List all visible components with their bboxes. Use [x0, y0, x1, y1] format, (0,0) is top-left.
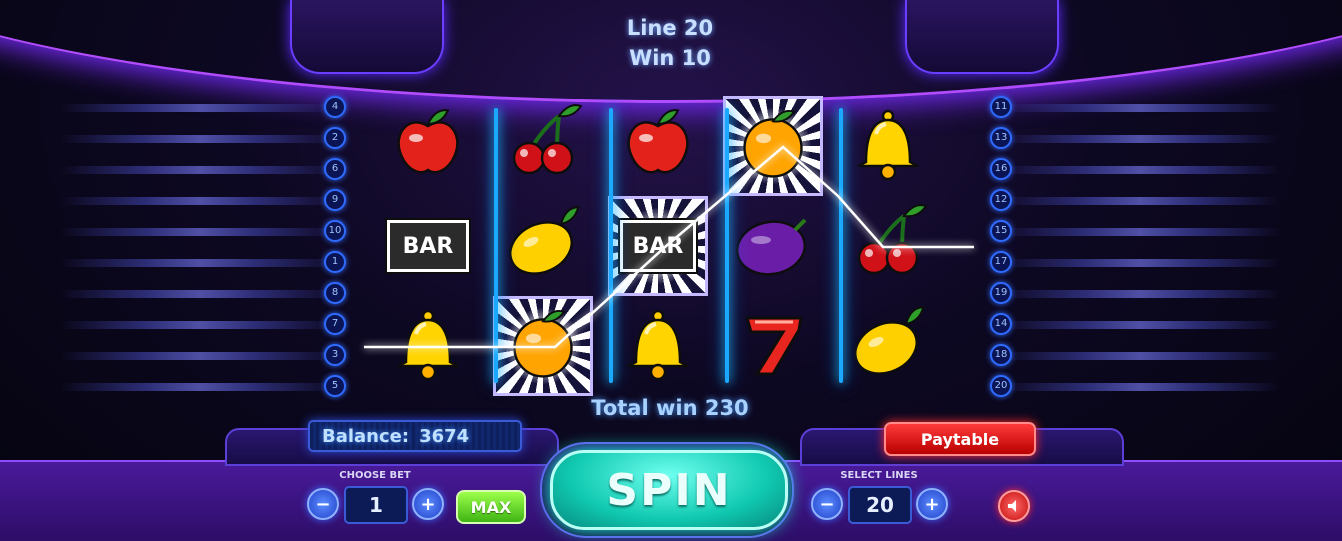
line-marker-right[interactable]: 14: [990, 313, 1012, 335]
bar-icon: BAR: [385, 218, 471, 274]
line-marker-right[interactable]: 11: [990, 96, 1012, 118]
top-cap-left: [290, 0, 444, 74]
reel-cell-seven: [723, 296, 823, 396]
apple-icon: [618, 104, 698, 188]
glow-row: [1000, 321, 1280, 329]
reel-cell-cherries: [838, 196, 938, 296]
glow-row: [60, 228, 340, 236]
orange-icon: [505, 308, 581, 384]
bet-value: 1: [344, 486, 408, 524]
glow-row: [1000, 290, 1280, 298]
glow-row: [60, 197, 340, 205]
paytable-button[interactable]: Paytable: [884, 422, 1036, 456]
bell-icon: [848, 104, 928, 188]
reel-cell-bar-winning: BAR: [608, 196, 708, 296]
line-marker-right[interactable]: 12: [990, 189, 1012, 211]
choose-bet-label: CHOOSE BET: [339, 470, 411, 481]
line-marker-right[interactable]: 17: [990, 251, 1012, 273]
plum-icon: [733, 204, 813, 288]
line-marker-left[interactable]: 4: [324, 96, 346, 118]
sound-toggle-button[interactable]: [998, 490, 1030, 522]
balance-display: Balance: 3674: [308, 420, 522, 452]
glow-row: [1000, 228, 1280, 236]
win-amount-info: Win 10: [629, 46, 711, 70]
glow-row: [1000, 135, 1280, 143]
cherries-icon: [848, 204, 928, 288]
glow-row: [60, 259, 340, 267]
glow-row: [60, 383, 340, 391]
reel-cell-lemon: [493, 196, 593, 296]
win-line-info: Line 20: [626, 16, 714, 40]
lemon-icon: [848, 304, 928, 388]
glow-row: [1000, 352, 1280, 360]
line-marker-right[interactable]: 16: [990, 158, 1012, 180]
reel-separator: [609, 108, 613, 383]
line-marker-right[interactable]: 19: [990, 282, 1012, 304]
line-marker-right[interactable]: 18: [990, 344, 1012, 366]
bar-symbol-text: BAR: [618, 218, 698, 274]
glow-row: [1000, 383, 1280, 391]
lines-value: 20: [848, 486, 912, 524]
max-bet-button[interactable]: MAX: [456, 490, 526, 524]
top-cap-right: [905, 0, 1059, 74]
glow-row: [60, 290, 340, 298]
glow-row: [60, 321, 340, 329]
reel-cell-bar: BAR: [378, 196, 478, 296]
reel-separator: [839, 108, 843, 383]
bet-increase-button[interactable]: +: [412, 488, 444, 520]
apple-icon: [388, 104, 468, 188]
select-lines-label: SELECT LINES: [840, 470, 918, 481]
reel-separator: [494, 108, 498, 383]
seven-icon: [733, 304, 813, 388]
reel-cell-cherries: [493, 96, 593, 196]
slot-machine-screen: Line 20 Win 10 BAR BAR 4 2 6 9 10 1 8 7 3 5 11 13 16…: [0, 0, 1342, 541]
orange-icon: [735, 108, 811, 184]
glow-row: [60, 135, 340, 143]
cherries-icon: [503, 104, 583, 188]
bet-decrease-button[interactable]: −: [307, 488, 339, 520]
lemon-icon: [503, 204, 583, 288]
reel-cell-bell: [378, 296, 478, 396]
lines-decrease-button[interactable]: −: [811, 488, 843, 520]
line-marker-left[interactable]: 9: [324, 189, 346, 211]
reel-cell-orange-winning: [723, 96, 823, 196]
line-marker-left[interactable]: 3: [324, 344, 346, 366]
spin-button[interactable]: SPIN: [550, 450, 788, 530]
balance-label: Balance:: [322, 425, 410, 447]
line-marker-right[interactable]: 15: [990, 220, 1012, 242]
line-marker-right[interactable]: 20: [990, 375, 1012, 397]
reels-area: BAR BAR: [376, 96, 966, 396]
glow-row: [60, 104, 340, 112]
line-marker-left[interactable]: 2: [324, 127, 346, 149]
reel-cell-bell: [608, 296, 708, 396]
glow-row: [1000, 259, 1280, 267]
glow-row: [1000, 166, 1280, 174]
glow-row: [1000, 104, 1280, 112]
reel-cell-apple: [608, 96, 708, 196]
bar-symbol-text: BAR: [385, 218, 471, 274]
reel-cell-apple: [378, 96, 478, 196]
bar-icon: BAR: [618, 208, 698, 284]
line-marker-left[interactable]: 1: [324, 251, 346, 273]
line-marker-left[interactable]: 10: [324, 220, 346, 242]
balance-value: 3674: [419, 425, 470, 447]
line-marker-left[interactable]: 7: [324, 313, 346, 335]
reel-cell-bell: [838, 96, 938, 196]
speaker-icon: [1008, 500, 1016, 512]
reel-cell-lemon: [838, 296, 938, 396]
line-marker-right[interactable]: 13: [990, 127, 1012, 149]
reel-cell-plum: [723, 196, 823, 296]
line-marker-left[interactable]: 8: [324, 282, 346, 304]
glow-row: [1000, 197, 1280, 205]
glow-row: [60, 352, 340, 360]
lines-increase-button[interactable]: +: [916, 488, 948, 520]
line-marker-left[interactable]: 5: [324, 375, 346, 397]
line-marker-left[interactable]: 6: [324, 158, 346, 180]
bell-icon: [618, 304, 698, 388]
reel-cell-orange-winning: [493, 296, 593, 396]
glow-row: [60, 166, 340, 174]
bell-icon: [388, 304, 468, 388]
reel-separator: [725, 108, 729, 383]
total-win-text: Total win 230: [591, 396, 749, 420]
